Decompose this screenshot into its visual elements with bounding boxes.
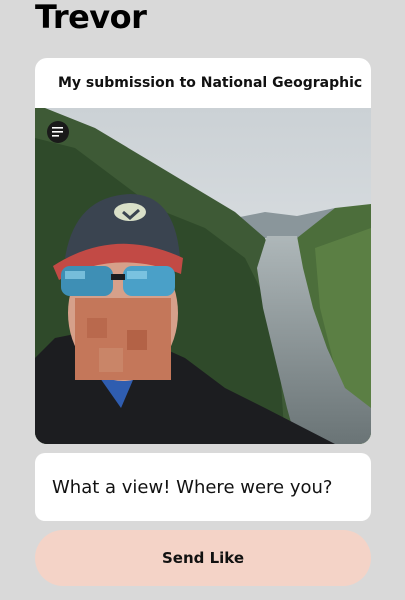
reply-box xyxy=(35,453,371,521)
reply-input[interactable] xyxy=(52,453,354,521)
photo-menu-button[interactable] xyxy=(47,121,69,143)
send-like-button[interactable]: Send Like xyxy=(35,530,371,586)
menu-lines-icon xyxy=(52,127,63,137)
profile-card: My submission to National Geographic xyxy=(35,58,371,444)
profile-photo[interactable] xyxy=(35,108,371,444)
card-title: My submission to National Geographic xyxy=(58,75,363,91)
profile-name: Trevor xyxy=(35,0,147,36)
photo-illustration xyxy=(35,108,371,444)
